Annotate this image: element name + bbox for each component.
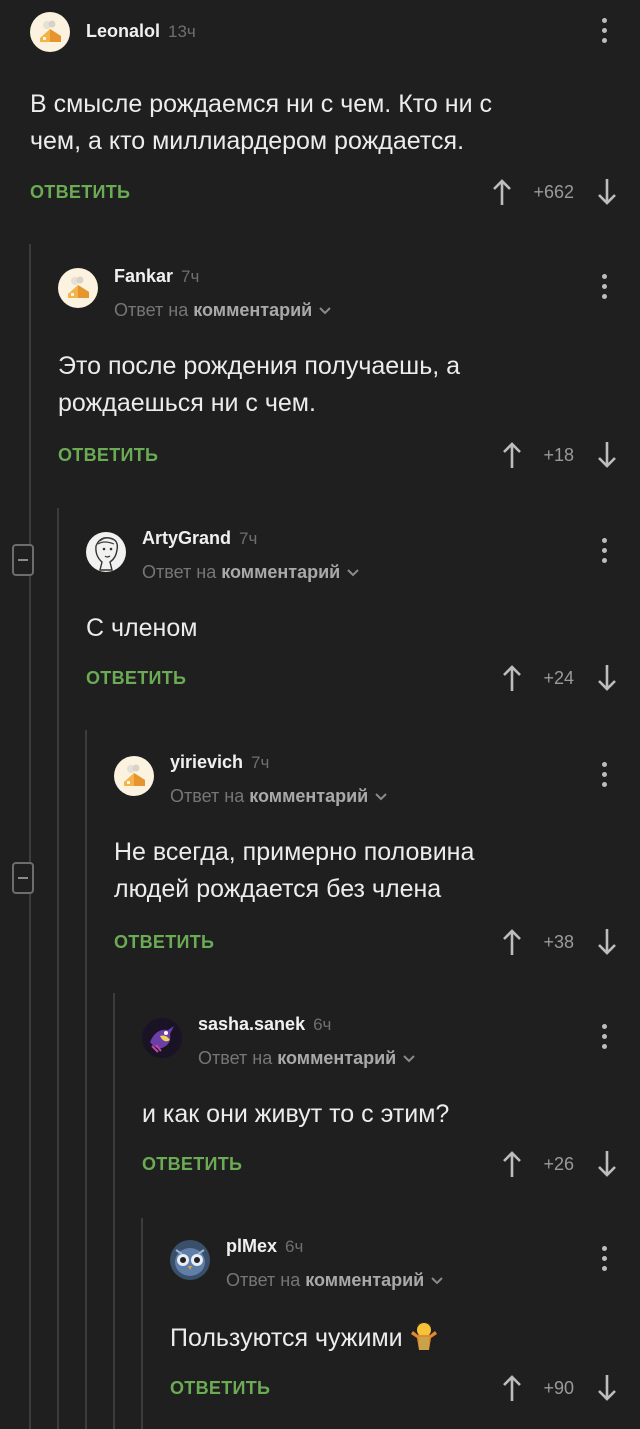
vote-controls: +18 [501,440,618,470]
downvote-arrow-icon[interactable] [596,927,618,957]
comment-text: Пользуются чужими [170,1320,640,1357]
comment-text: и как они живут то с этим? [142,1100,450,1128]
reply-to-link[interactable]: Ответ на комментарий [226,1270,444,1291]
reply-button[interactable]: ОТВЕТИТЬ [30,182,130,203]
cheesecake-avatar-icon[interactable] [58,268,98,308]
comment-time: 6ч [285,1237,304,1256]
rating-score: +90 [543,1377,574,1398]
upvote-arrow-icon[interactable] [501,927,523,957]
comment-time: 6ч [313,1015,332,1034]
comment: Fankar 7ч Ответ на комментарий Это после … [58,266,640,478]
rating-score: +26 [543,1153,574,1174]
sketch-portrait-avatar-icon[interactable] [86,532,126,572]
person-shrugging-emoji [410,1322,437,1350]
rating-score: +18 [543,444,574,465]
comment-username[interactable]: sasha.sanek 6ч [198,1014,331,1035]
more-options-icon[interactable] [600,18,608,48]
reply-to-link[interactable]: Ответ на комментарий [198,1048,416,1069]
chevron-down-icon [319,307,331,315]
more-options-icon[interactable] [600,1024,608,1054]
comment-time: 7ч [251,753,270,772]
collapse-thread-button[interactable] [12,862,34,894]
comment: sasha.sanek 6ч Ответ на комментарий и как… [142,1014,640,1188]
comment-username[interactable]: ArtyGrand 7ч [142,528,257,549]
reply-button[interactable]: ОТВЕТИТЬ [114,932,214,953]
downvote-arrow-icon[interactable] [596,1373,618,1403]
reply-button[interactable]: ОТВЕТИТЬ [170,1378,270,1399]
comment-text: С членом [86,614,198,642]
downvote-arrow-icon[interactable] [596,1149,618,1179]
downvote-arrow-icon[interactable] [596,177,618,207]
comment-time: 7ч [239,529,258,548]
comment-text: Это после рождения получаешь, а рождаешь… [58,352,461,417]
vote-controls: +662 [491,177,618,207]
rating-score: +24 [543,667,574,688]
upvote-arrow-icon[interactable] [501,440,523,470]
collapse-thread-button[interactable] [12,544,34,576]
chevron-down-icon [347,569,359,577]
cheesecake-avatar-icon[interactable] [30,12,70,52]
reply-button[interactable]: ОТВЕТИТЬ [86,668,186,689]
thread-line-level-4 [113,993,115,1429]
comment: yirievich 7ч Ответ на комментарий Не всег… [114,752,640,966]
thread-line-level-3 [85,730,87,1429]
vote-controls: +26 [501,1149,618,1179]
upvote-arrow-icon[interactable] [501,663,523,693]
upvote-arrow-icon[interactable] [501,1149,523,1179]
comment-text: Не всегда, примерно половина людей рожда… [114,838,475,903]
bird-avatar-icon[interactable] [142,1018,182,1058]
more-options-icon[interactable] [600,1246,608,1276]
reply-to-link[interactable]: Ответ на комментарий [142,562,360,583]
comment-time: 7ч [181,267,200,286]
vote-controls: +90 [501,1373,618,1403]
rating-score: +38 [543,931,574,952]
comment-username[interactable]: yirievich 7ч [170,752,269,773]
more-options-icon[interactable] [600,274,608,304]
reply-button[interactable]: ОТВЕТИТЬ [58,445,158,466]
comment-username[interactable]: Fankar 7ч [114,266,199,287]
more-options-icon[interactable] [600,538,608,568]
thread-line-level-2 [57,508,59,1429]
vote-controls: +38 [501,927,618,957]
upvote-arrow-icon[interactable] [491,177,513,207]
comment: plMex 6ч Ответ на комментарий Пользуются … [170,1236,640,1410]
comment: ArtyGrand 7ч Ответ на комментарий С члено… [86,528,640,702]
reply-to-link[interactable]: Ответ на комментарий [170,786,388,807]
cheesecake-avatar-icon[interactable] [114,756,154,796]
thread-line-level-5 [141,1218,143,1429]
upvote-arrow-icon[interactable] [501,1373,523,1403]
comment-username[interactable]: plMex 6ч [226,1236,303,1257]
reply-button[interactable]: ОТВЕТИТЬ [142,1154,242,1175]
comment-text: В смысле рождаемся ни с чем. Кто ни с че… [30,90,492,155]
reply-to-link[interactable]: Ответ на комментарий [114,300,332,321]
chevron-down-icon [431,1277,443,1285]
more-options-icon[interactable] [600,762,608,792]
thread-line-level-1 [29,244,31,1429]
downvote-arrow-icon[interactable] [596,440,618,470]
downvote-arrow-icon[interactable] [596,663,618,693]
chevron-down-icon [403,1055,415,1063]
vote-controls: +24 [501,663,618,693]
comment: Leonalol 13ч В смысле рождаемся ни с чем.… [30,12,640,212]
rating-score: +662 [533,181,574,202]
comment-username[interactable]: Leonalol 13ч [86,21,196,42]
owl-avatar-icon[interactable] [170,1240,210,1280]
comment-time: 13ч [168,22,196,41]
chevron-down-icon [375,793,387,801]
